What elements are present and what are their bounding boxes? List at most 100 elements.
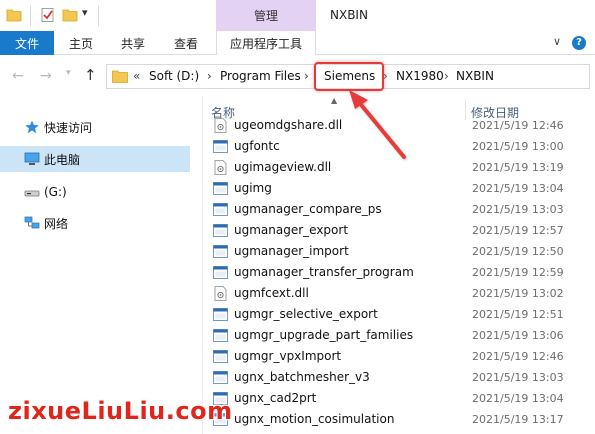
file-row[interactable]: ugmanager_compare_ps 2021/5/19 13:03 [203, 199, 595, 220]
toolbar-separator [98, 6, 99, 26]
file-row[interactable]: ugfontc 2021/5/19 13:00 [203, 136, 595, 157]
exe-file-icon [213, 308, 228, 321]
ribbon-tabs: 文件 主页 共享 查看 应用程序工具 ∨ ? [0, 31, 595, 55]
exe-file-icon [213, 371, 228, 384]
network-icon [24, 216, 40, 229]
file-name: ugmfcext.dll [234, 286, 309, 300]
file-name: ugnx_cad2prt [234, 391, 317, 405]
file-date-modified: 2021/5/19 13:03 [472, 203, 564, 216]
breadcrumb-separator[interactable]: › [304, 69, 309, 83]
manage-context-group: 管理 [216, 0, 316, 31]
file-row[interactable]: ugimageview.dll 2021/5/19 13:19 [203, 157, 595, 178]
breadcrumb-overflow[interactable]: « [133, 69, 140, 83]
recent-locations-chevron-icon[interactable]: ▾ [66, 68, 71, 78]
file-row[interactable]: ugmgr_vpxImport 2021/5/19 12:46 [203, 346, 595, 367]
sidebar-item-quick-access[interactable]: 快速访问 [0, 114, 190, 140]
customize-toolbar-dropdown[interactable]: ▾ [82, 6, 88, 19]
file-date-modified: 2021/5/19 13:17 [472, 413, 564, 426]
sidebar-item-label: 快速访问 [44, 121, 93, 135]
properties-check-icon[interactable] [40, 7, 56, 23]
sidebar-item-drive[interactable]: (G:) [0, 180, 190, 206]
exe-file-icon [213, 350, 228, 363]
exe-file-icon [213, 182, 228, 195]
file-date-modified: 2021/5/19 12:59 [472, 266, 564, 279]
file-row[interactable]: ugmanager_transfer_program 2021/5/19 12:5… [203, 262, 595, 283]
file-name: ugeomdgshare.dll [234, 118, 343, 132]
breadcrumb-item[interactable]: NX1980 [396, 69, 444, 83]
sidebar-item-label: (G:) [44, 185, 67, 199]
computer-icon [24, 152, 40, 165]
back-arrow-icon[interactable]: ← [12, 68, 24, 84]
dll-file-icon [214, 118, 227, 133]
navigation-pane: 快速访问 此电脑 (G:) 网络 [0, 96, 200, 434]
file-row[interactable]: ugmgr_upgrade_part_families 2021/5/19 13:… [203, 325, 595, 346]
file-row[interactable]: ugnx_batchmesher_v3 2021/5/19 13:03 [203, 367, 595, 388]
file-date-modified: 2021/5/19 12:46 [472, 350, 564, 363]
file-name: ugimageview.dll [234, 160, 332, 174]
star-icon [25, 120, 39, 134]
file-name: ugmanager_import [234, 244, 349, 258]
sidebar-item-label: 此电脑 [44, 153, 81, 167]
file-date-modified: 2021/5/19 13:19 [472, 161, 564, 174]
tab-share[interactable]: 共享 [108, 31, 158, 55]
expand-ribbon-icon[interactable]: ∨ [553, 35, 561, 48]
drive-icon [24, 190, 40, 197]
file-row[interactable]: ugimg 2021/5/19 13:04 [203, 178, 595, 199]
help-icon[interactable]: ? [572, 36, 586, 50]
file-date-modified: 2021/5/19 13:03 [472, 371, 564, 384]
file-name: ugmanager_transfer_program [234, 265, 414, 279]
file-name: ugfontc [234, 139, 280, 153]
file-name: ugmanager_export [234, 223, 349, 237]
tab-home[interactable]: 主页 [56, 31, 106, 55]
file-name: ugmanager_compare_ps [234, 202, 382, 216]
exe-file-icon [213, 329, 228, 342]
sidebar-item-network[interactable]: 网络 [0, 210, 190, 236]
breadcrumb-separator[interactable]: › [444, 69, 449, 83]
breadcrumb-item[interactable]: NXBIN [456, 69, 494, 83]
file-date-modified: 2021/5/19 13:04 [472, 392, 564, 405]
file-name: ugmgr_vpxImport [234, 349, 342, 363]
tab-file[interactable]: 文件 [0, 31, 54, 55]
navigation-bar: ← → ▾ ↑ « Soft (D:) › Program Files › Si… [0, 56, 595, 96]
file-name: ugmgr_upgrade_part_families [234, 328, 414, 342]
file-name: ugnx_motion_cosimulation [234, 412, 395, 426]
exe-file-icon [213, 245, 228, 258]
exe-file-icon [213, 224, 228, 237]
file-date-modified: 2021/5/19 13:06 [472, 329, 564, 342]
file-date-modified: 2021/5/19 12:50 [472, 245, 564, 258]
dll-file-icon [214, 286, 227, 301]
forward-arrow-icon[interactable]: → [40, 68, 52, 84]
file-row[interactable]: ugeomdgshare.dll 2021/5/19 12:46 [203, 115, 595, 136]
window-title: NXBIN [330, 8, 368, 22]
file-row[interactable]: ugmgr_selective_export 2021/5/19 12:51 [203, 304, 595, 325]
annotation-highlight-box [314, 62, 384, 91]
exe-file-icon [213, 266, 228, 279]
breadcrumb-item[interactable]: Program Files [220, 69, 301, 83]
file-date-modified: 2021/5/19 12:57 [472, 224, 564, 237]
breadcrumb-item[interactable]: Soft (D:) [149, 69, 199, 83]
folder-icon[interactable] [6, 7, 22, 23]
file-row[interactable]: ugnx_motion_cosimulation 2021/5/19 13:17 [203, 409, 595, 430]
tab-view[interactable]: 查看 [160, 31, 212, 55]
file-date-modified: 2021/5/19 12:46 [472, 119, 564, 132]
file-row[interactable]: ugmfcext.dll 2021/5/19 13:02 [203, 283, 595, 304]
file-date-modified: 2021/5/19 13:00 [472, 140, 564, 153]
file-name: ugnx_batchmesher_v3 [234, 370, 370, 384]
file-name: ugmgr_selective_export [234, 307, 378, 321]
exe-file-icon [213, 140, 228, 153]
file-row[interactable]: ugnx_cad2prt 2021/5/19 13:04 [203, 388, 595, 409]
new-folder-icon[interactable] [62, 7, 78, 23]
file-row[interactable]: ugmanager_export 2021/5/19 12:57 [203, 220, 595, 241]
file-date-modified: 2021/5/19 13:02 [472, 287, 564, 300]
file-name: ugimg [234, 181, 272, 195]
folder-icon [112, 70, 128, 83]
file-list: ▲ 名称 修改日期 ugeomdgshare.dll 2021/5/19 12:4… [203, 96, 595, 434]
tab-application-tools[interactable]: 应用程序工具 [216, 31, 316, 55]
sidebar-item-this-pc[interactable]: 此电脑 [0, 146, 190, 172]
breadcrumb-separator[interactable]: › [207, 69, 212, 83]
sort-ascending-icon: ▲ [331, 96, 338, 105]
file-row[interactable]: ugmanager_import 2021/5/19 12:50 [203, 241, 595, 262]
file-date-modified: 2021/5/19 12:51 [472, 308, 564, 321]
up-arrow-icon[interactable]: ↑ [84, 66, 97, 84]
sidebar-item-label: 网络 [44, 217, 69, 231]
